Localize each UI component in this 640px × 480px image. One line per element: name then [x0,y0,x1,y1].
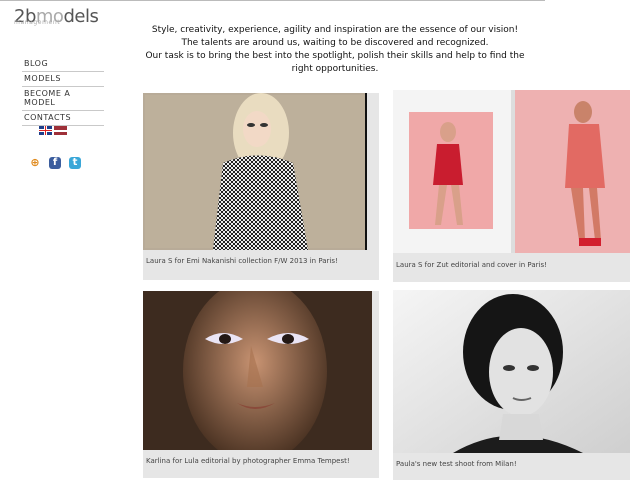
logo-subtitle: management [14,19,61,26]
nav-item-models[interactable]: MODELS [22,72,104,87]
latvia-flag-icon[interactable] [54,126,67,135]
nav-item-contacts[interactable]: CONTACTS [22,111,104,126]
post-card[interactable]: Laura S for Zut editorial and cover in P… [393,90,630,282]
language-switcher [39,126,67,135]
nav-item-blog[interactable]: BLOG [22,57,104,72]
post-photo[interactable] [393,290,630,453]
nav-item-become-a-model[interactable]: BECOME A MODEL [22,87,104,111]
post-caption[interactable]: Paula's new test shoot from Milan! [396,460,517,468]
intro-line-2: The talents are around us, waiting to be… [181,38,489,48]
twitter-icon[interactable]: t [69,157,81,169]
post-caption[interactable]: Karlina for Lula editorial by photograph… [146,457,350,465]
post-photo[interactable] [143,291,372,450]
logo-text-3: dels [63,6,99,27]
intro-line-1: Style, creativity, experience, agility a… [151,25,519,35]
post-card[interactable]: Paula's new test shoot from Milan! [393,290,630,480]
facebook-icon[interactable]: f [49,157,61,169]
post-card[interactable]: Laura S for Emi Nakanishi collection F/W… [143,93,379,280]
post-photo[interactable] [143,93,367,250]
main-nav: BLOG MODELS BECOME A MODEL CONTACTS [22,57,104,126]
social-links: ⊕ f t [29,157,81,169]
uk-flag-icon[interactable] [39,126,52,135]
post-photo[interactable] [393,90,630,253]
draugiem-icon[interactable]: ⊕ [29,157,41,169]
top-border [0,0,545,1]
intro-text: Style, creativity, experience, agility a… [140,24,530,76]
intro-line-3: Our task is to bring the best into the s… [145,51,525,74]
post-caption[interactable]: Laura S for Zut editorial and cover in P… [396,261,547,269]
post-caption[interactable]: Laura S for Emi Nakanishi collection F/W… [146,257,338,265]
post-card[interactable]: Karlina for Lula editorial by photograph… [143,291,379,478]
